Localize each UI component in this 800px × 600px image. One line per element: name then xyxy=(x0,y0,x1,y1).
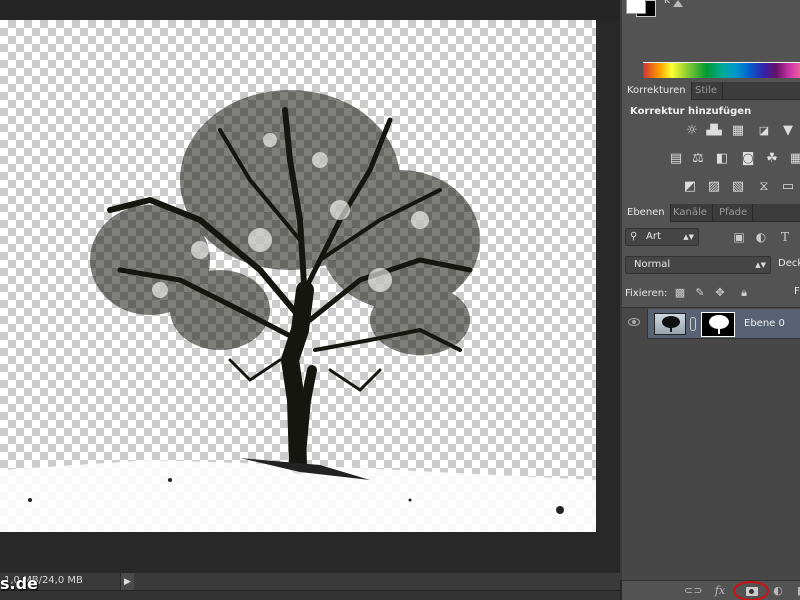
channel-mixer-icon[interactable]: ☘ xyxy=(764,152,780,166)
invert-icon[interactable]: ◩ xyxy=(682,180,698,194)
filter-type-icon[interactable]: T xyxy=(778,230,792,244)
layer-thumbnail[interactable] xyxy=(654,313,686,335)
color-spectrum-bar[interactable] xyxy=(643,62,800,78)
status-bottom-strip xyxy=(0,590,620,600)
fx-icon[interactable]: fx xyxy=(712,584,728,598)
opacity-label: Deck xyxy=(778,258,800,269)
adjustment-layer-icon[interactable]: ◐ xyxy=(770,584,786,598)
lock-label: Fixieren: xyxy=(625,288,668,299)
levels-icon[interactable]: ▟▙ xyxy=(706,124,722,138)
layer-filter-select[interactable]: ⚲ Art ▲▼ xyxy=(625,228,699,246)
gradient-map-icon[interactable]: ▭ xyxy=(780,180,796,194)
lock-all-icon[interactable]: 🔒︎ xyxy=(738,286,750,300)
blend-mode-select[interactable]: Normal ▲▼ xyxy=(625,256,771,274)
search-icon: ⚲ xyxy=(630,231,638,242)
hue-saturation-icon[interactable]: ▤ xyxy=(668,152,684,166)
lock-position-icon[interactable]: ✥ xyxy=(714,286,726,300)
layers-tabs: Ebenen Kanäle Pfade xyxy=(622,204,800,222)
k-slider-handle[interactable] xyxy=(673,0,683,7)
link-icon[interactable]: ⊂⊃ xyxy=(684,584,702,598)
filter-value: Art xyxy=(646,231,661,242)
tree-silhouette xyxy=(0,90,596,532)
canvas-pasteboard xyxy=(0,532,620,572)
layers-panel: Ebenen Kanäle Pfade ⚲ Art ▲▼ ▣ ◐ T Norma… xyxy=(620,204,800,600)
blend-mode-value: Normal xyxy=(634,259,671,270)
layer-row[interactable]: Ebene 0 xyxy=(622,309,800,339)
status-bar: 1,0 MB/24,0 MB ▶ xyxy=(0,572,620,591)
slider-label: K xyxy=(664,0,670,6)
vibrance-icon[interactable]: ▼ xyxy=(780,124,796,138)
black-white-icon[interactable]: ◧ xyxy=(714,152,730,166)
updown-arrows-icon: ▲▼ xyxy=(755,261,766,269)
tab-ebenen[interactable]: Ebenen xyxy=(622,204,671,222)
color-balance-icon[interactable]: ⚖ xyxy=(690,152,706,166)
watermark: s.de xyxy=(0,574,38,593)
foreground-color-swatch[interactable] xyxy=(626,0,646,14)
status-menu-arrow[interactable]: ▶ xyxy=(120,573,134,591)
layer-name[interactable]: Ebene 0 xyxy=(744,318,785,329)
brightness-contrast-icon[interactable]: ☼ xyxy=(684,124,700,138)
filter-pixel-icon[interactable]: ▣ xyxy=(732,230,746,244)
exposure-icon[interactable]: ◪ xyxy=(756,124,772,138)
new-group-icon[interactable]: ▮ xyxy=(792,584,800,598)
filter-adjustment-icon[interactable]: ◐ xyxy=(754,230,768,244)
fill-label: Fl xyxy=(794,286,800,297)
tab-kanaele[interactable]: Kanäle xyxy=(668,204,713,222)
adjustments-title: Korrektur hinzufügen xyxy=(630,106,752,117)
lock-paint-icon[interactable]: ✎ xyxy=(694,286,706,300)
threshold-icon[interactable]: ▧ xyxy=(730,180,746,194)
color-lookup-icon[interactable]: ▦ xyxy=(788,152,800,166)
updown-arrows-icon: ▲▼ xyxy=(683,233,694,241)
tab-korrekturen[interactable]: Korrekturen xyxy=(622,82,692,100)
posterize-icon[interactable]: ▨ xyxy=(706,180,722,194)
eye-icon xyxy=(628,318,640,326)
tab-stile[interactable]: Stile xyxy=(690,82,723,100)
photo-filter-icon[interactable]: ◙ xyxy=(740,152,756,166)
layers-bottom-toolbar: ⊂⊃ fx ◐ ▮ xyxy=(622,580,800,600)
document-tab-bar xyxy=(0,0,620,20)
document-canvas[interactable] xyxy=(0,20,596,532)
highlight-annotation xyxy=(733,581,769,600)
curves-icon[interactable]: ▦ xyxy=(730,124,746,138)
selective-color-icon[interactable]: ⧖ xyxy=(756,180,772,194)
tab-pfade[interactable]: Pfade xyxy=(714,204,754,222)
photoshop-window: 1,0 MB/24,0 MB ▶ s.de K Korrekturen Stil… xyxy=(0,0,800,600)
color-panel: K xyxy=(620,0,800,84)
layers-controls: ⚲ Art ▲▼ ▣ ◐ T Normal ▲▼ Deck Fixieren: … xyxy=(622,222,800,308)
visibility-toggle[interactable] xyxy=(622,309,648,339)
layer-mask-thumbnail[interactable] xyxy=(701,312,735,337)
adjustments-panel: Korrekturen Stile Korrektur hinzufügen ☼… xyxy=(620,82,800,204)
adjustments-tabs: Korrekturen Stile xyxy=(622,82,800,100)
canvas-scroll-gutter xyxy=(596,20,620,570)
lock-transparency-icon[interactable]: ▩ xyxy=(674,286,686,300)
mask-link-icon[interactable] xyxy=(690,317,696,331)
